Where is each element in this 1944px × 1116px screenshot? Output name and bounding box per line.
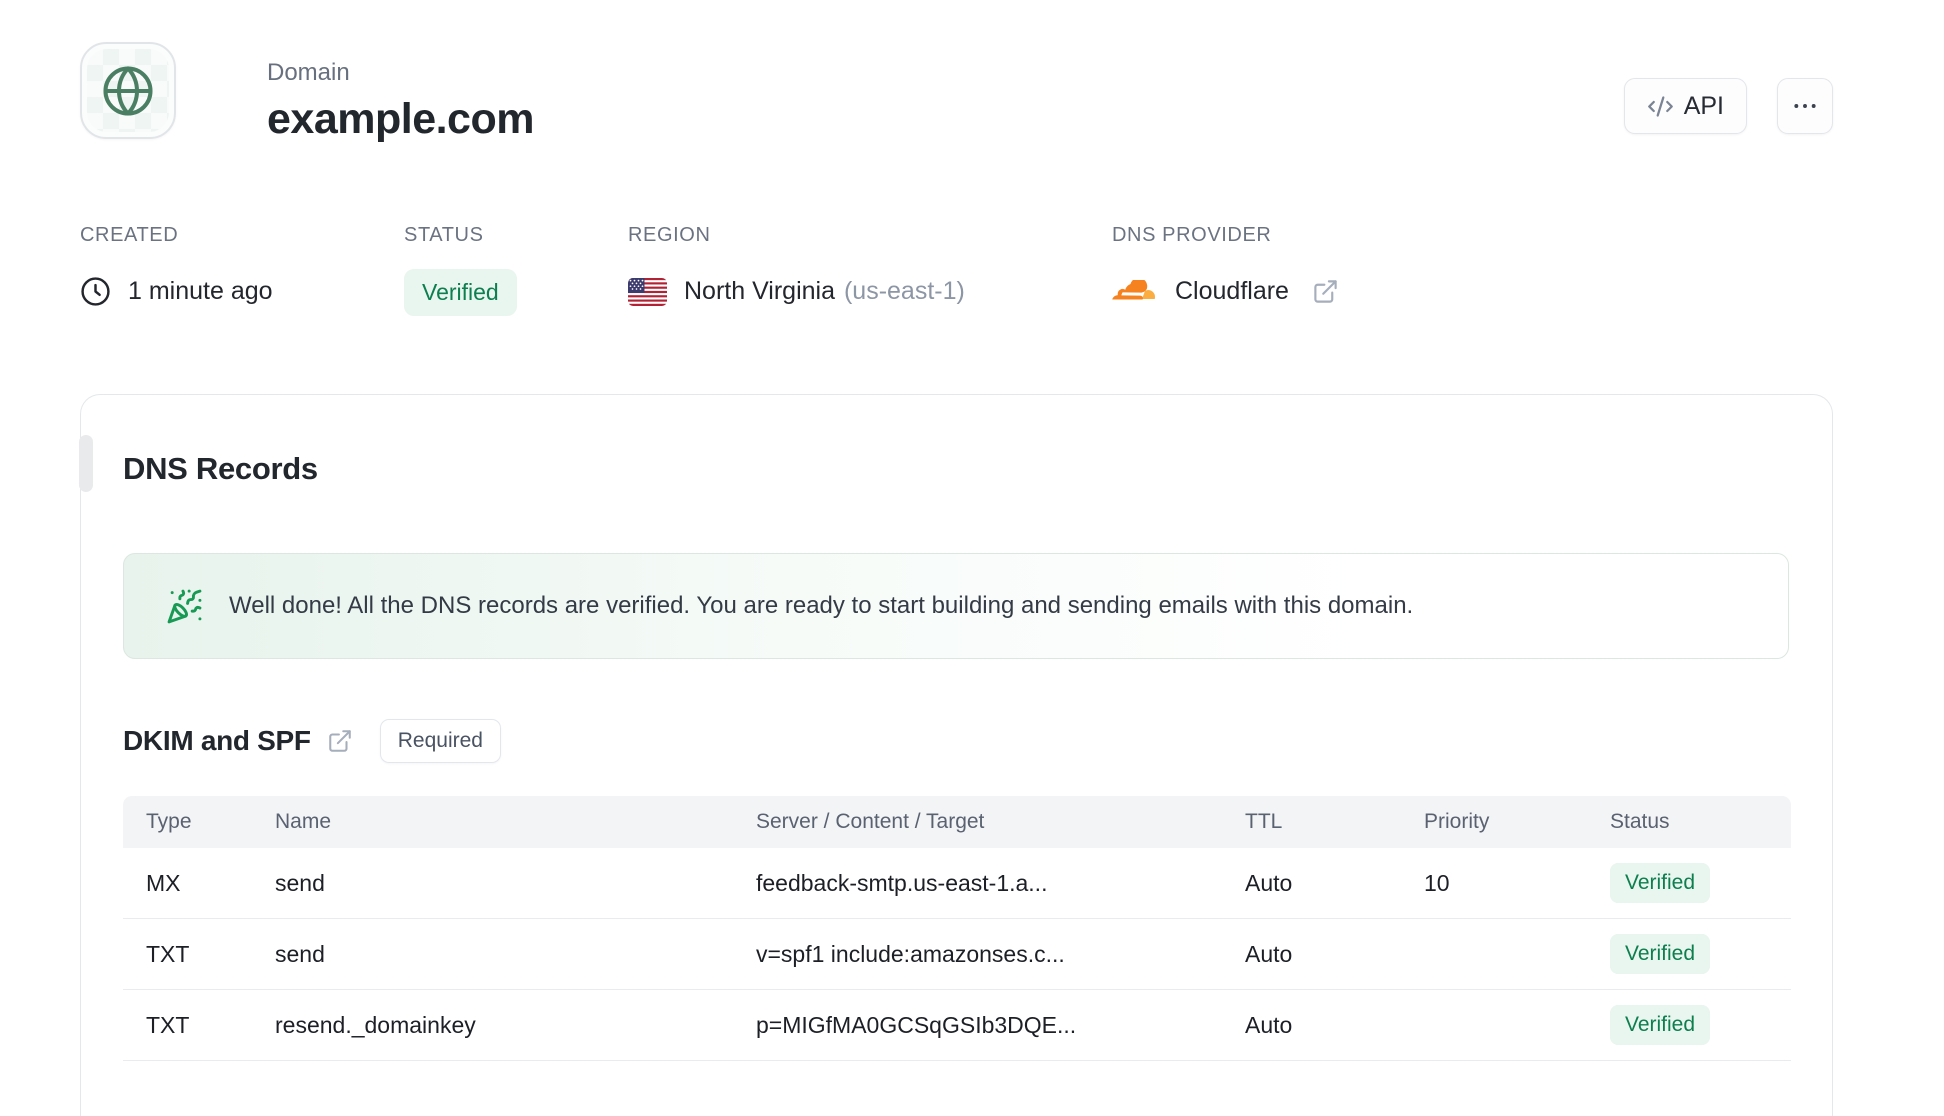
dns-records-table: Type Name Server / Content / Target TTL …: [123, 796, 1791, 1061]
party-popper-icon: [166, 588, 203, 625]
table-row[interactable]: TXT resend._domainkey p=MIGfMA0GCSqGSIb3…: [123, 990, 1791, 1061]
record-content: v=spf1 include:amazonses.c...: [756, 940, 1065, 967]
meta-dns-provider: DNS PROVIDER Cloudflare: [1112, 224, 1339, 316]
code-icon: [1647, 93, 1674, 120]
col-header-name: Name: [275, 810, 332, 833]
record-name: send: [275, 940, 325, 967]
meta-created: CREATED 1 minute ago: [80, 224, 404, 316]
domain-meta-row: CREATED 1 minute ago STATUS Verified REG…: [0, 224, 1944, 316]
col-header-type: Type: [146, 810, 192, 833]
record-status-badge: Verified: [1610, 1005, 1711, 1045]
record-priority: 10: [1424, 869, 1450, 896]
success-banner-message: Well done! All the DNS records are verif…: [229, 592, 1414, 619]
record-name: resend._domainkey: [275, 1011, 476, 1038]
dkim-spf-title: DKIM and SPF: [123, 725, 311, 756]
card-side-indicator: [79, 435, 93, 492]
more-options-button[interactable]: [1777, 78, 1833, 134]
meta-status: STATUS Verified: [404, 224, 628, 316]
created-value: 1 minute ago: [128, 277, 273, 305]
col-header-content: Server / Content / Target: [756, 810, 985, 833]
record-type: TXT: [146, 940, 190, 967]
region-label: REGION: [628, 224, 711, 246]
ellipsis-icon: [1792, 93, 1818, 119]
page-header: Domain example.com API: [0, 0, 1944, 144]
domain-details-page: Domain example.com API CREATED 1 minute …: [0, 0, 1944, 1116]
dns-provider-value: Cloudflare: [1175, 277, 1289, 305]
record-ttl: Auto: [1245, 940, 1293, 967]
record-status-badge: Verified: [1610, 934, 1711, 974]
status-badge: Verified: [404, 269, 517, 316]
record-name: send: [275, 869, 325, 896]
page-kicker: Domain: [267, 59, 350, 86]
region-code: (us-east-1): [843, 277, 965, 305]
cloudflare-icon: [1112, 279, 1158, 304]
dkim-external-link-icon[interactable]: [327, 728, 353, 754]
record-status-badge: Verified: [1610, 863, 1711, 903]
api-button[interactable]: API: [1623, 78, 1747, 134]
col-header-ttl: TTL: [1245, 810, 1283, 833]
globe-icon: [101, 64, 155, 118]
dkim-spf-section-header: DKIM and SPF Required: [123, 719, 1789, 763]
success-banner: Well done! All the DNS records are verif…: [123, 553, 1789, 659]
dns-provider-label: DNS PROVIDER: [1112, 224, 1272, 246]
record-ttl: Auto: [1245, 1011, 1293, 1038]
record-type: TXT: [146, 1011, 190, 1038]
record-ttl: Auto: [1245, 869, 1293, 896]
external-link-icon[interactable]: [1312, 278, 1339, 305]
status-label: STATUS: [404, 224, 484, 246]
dns-records-card: DNS Records Well done! All the DNS recor…: [79, 394, 1833, 1116]
meta-region: REGION North Virginia (us-east-1): [628, 224, 1112, 316]
record-content: p=MIGfMA0GCSqGSIb3DQE...: [756, 1011, 1077, 1038]
table-header-row: Type Name Server / Content / Target TTL …: [123, 796, 1791, 848]
clock-icon: [80, 276, 111, 307]
required-badge: Required: [379, 719, 501, 763]
page-title: example.com: [267, 95, 534, 143]
header-actions: API: [1623, 42, 1833, 134]
us-flag-icon: [628, 277, 667, 306]
created-label: CREATED: [80, 224, 179, 246]
title-block: Domain example.com: [267, 42, 534, 144]
record-type: MX: [146, 869, 181, 896]
region-value: North Virginia: [684, 277, 836, 305]
col-header-status: Status: [1610, 810, 1670, 833]
col-header-priority: Priority: [1424, 810, 1490, 833]
record-content: feedback-smtp.us-east-1.a...: [756, 869, 1048, 896]
table-row[interactable]: TXT send v=spf1 include:amazonses.c... A…: [123, 919, 1791, 990]
dns-records-title: DNS Records: [123, 451, 318, 486]
domain-avatar: [80, 42, 176, 139]
table-row[interactable]: MX send feedback-smtp.us-east-1.a... Aut…: [123, 848, 1791, 919]
api-button-label: API: [1683, 91, 1724, 120]
